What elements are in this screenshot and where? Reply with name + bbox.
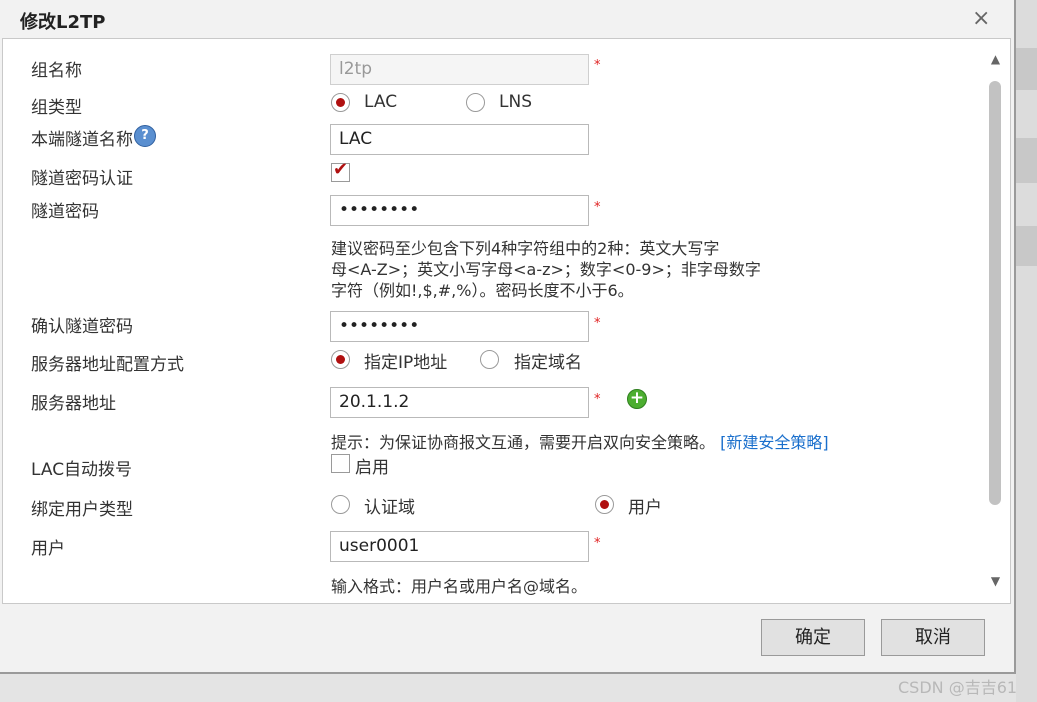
- help-icon[interactable]: ?: [134, 125, 156, 147]
- lac-auto-dial-enable-label[interactable]: 启用: [355, 453, 389, 478]
- radio-user-label[interactable]: 用户: [628, 493, 662, 518]
- tunnel-password-auth-checkbox[interactable]: ✔: [331, 159, 350, 182]
- watermark: CSDN @吉吉61: [898, 678, 1018, 697]
- form-panel: 组名称 l2tp * 组类型 LAC LNS 本端隧道名称? LAC 隧道密码认…: [2, 38, 1011, 604]
- tunnel-password-label: 隧道密码: [31, 202, 99, 222]
- new-security-policy-link[interactable]: [新建安全策略]: [720, 433, 829, 452]
- radio-specify-domain-label[interactable]: 指定域名: [514, 348, 582, 373]
- lac-auto-dial-checkbox[interactable]: [331, 454, 350, 473]
- user-format-hint: 输入格式：用户名或用户名@域名。: [331, 577, 588, 596]
- bind-user-type-label: 绑定用户类型: [31, 500, 133, 520]
- dialog-title: 修改L2TP: [20, 12, 106, 33]
- radio-lns[interactable]: [466, 93, 485, 112]
- required-mark: *: [594, 392, 601, 407]
- server-address-input[interactable]: 20.1.1.2: [330, 387, 589, 418]
- radio-user[interactable]: [595, 495, 614, 514]
- radio-lns-label[interactable]: LNS: [499, 92, 532, 112]
- required-mark: *: [594, 536, 601, 551]
- group-name-input[interactable]: l2tp: [330, 54, 589, 85]
- add-icon[interactable]: +: [627, 389, 647, 409]
- required-mark: *: [594, 200, 601, 215]
- user-input[interactable]: user0001: [330, 531, 589, 562]
- server-address-label: 服务器地址: [31, 394, 116, 414]
- local-tunnel-name-text: 本端隧道名称: [31, 130, 133, 150]
- password-hint-line: 母<A-Z>；英文小写字母<a-z>；数字<0-9>；非字母数字: [331, 260, 761, 279]
- radio-specify-ip-label[interactable]: 指定IP地址: [364, 348, 447, 373]
- background-block: [1016, 48, 1037, 90]
- tunnel-password-input[interactable]: ••••••••: [330, 195, 589, 226]
- radio-lac[interactable]: [331, 93, 350, 112]
- server-address-config-label: 服务器地址配置方式: [31, 355, 184, 375]
- close-icon[interactable]: ×: [972, 6, 990, 31]
- password-hint: 建议密码至少包含下列4种字符组中的2种：英文大写字 母<A-Z>；英文小写字母<…: [331, 238, 761, 301]
- radio-lac-label[interactable]: LAC: [364, 92, 397, 112]
- required-mark: *: [594, 58, 601, 73]
- group-name-label: 组名称: [31, 61, 82, 81]
- radio-specify-ip[interactable]: [331, 350, 350, 369]
- check-icon: ✔: [333, 159, 349, 180]
- security-policy-hint: 提示：为保证协商报文互通，需要开启双向安全策略。 [新建安全策略]: [331, 432, 829, 453]
- radio-specify-domain[interactable]: [480, 350, 499, 369]
- user-label: 用户: [31, 539, 65, 559]
- dialog-titlebar: 修改L2TP ×: [0, 0, 1014, 38]
- confirm-tunnel-password-input[interactable]: ••••••••: [330, 311, 589, 342]
- security-policy-hint-text: 提示：为保证协商报文互通，需要开启双向安全策略。: [331, 433, 716, 452]
- scroll-up-icon[interactable]: ▲: [988, 53, 1003, 65]
- background-block: [1016, 226, 1037, 266]
- password-hint-line: 字符（例如!,$,#,%）。密码长度不小于6。: [331, 281, 634, 300]
- ok-button[interactable]: 确定: [761, 619, 865, 656]
- vertical-scrollbar[interactable]: ▲ ▼: [988, 53, 1003, 589]
- scroll-down-icon[interactable]: ▼: [988, 575, 1003, 587]
- password-hint-line: 建议密码至少包含下列4种字符组中的2种：英文大写字: [331, 239, 720, 258]
- modify-l2tp-dialog: 修改L2TP × 组名称 l2tp * 组类型 LAC LNS 本端隧道名称? …: [0, 0, 1016, 674]
- group-type-label: 组类型: [31, 98, 82, 118]
- background-block: [1016, 138, 1037, 183]
- cancel-button[interactable]: 取消: [881, 619, 985, 656]
- tunnel-password-auth-label: 隧道密码认证: [31, 169, 133, 189]
- background-strip: [1016, 0, 1037, 702]
- local-tunnel-name-input[interactable]: LAC: [330, 124, 589, 155]
- local-tunnel-name-label: 本端隧道名称?: [31, 125, 156, 150]
- scrollbar-thumb[interactable]: [989, 81, 1001, 505]
- confirm-tunnel-password-label: 确认隧道密码: [31, 317, 133, 337]
- radio-auth-domain-label[interactable]: 认证域: [364, 493, 415, 518]
- lac-auto-dial-label: LAC自动拨号: [31, 460, 133, 480]
- radio-auth-domain[interactable]: [331, 495, 350, 514]
- required-mark: *: [594, 316, 601, 331]
